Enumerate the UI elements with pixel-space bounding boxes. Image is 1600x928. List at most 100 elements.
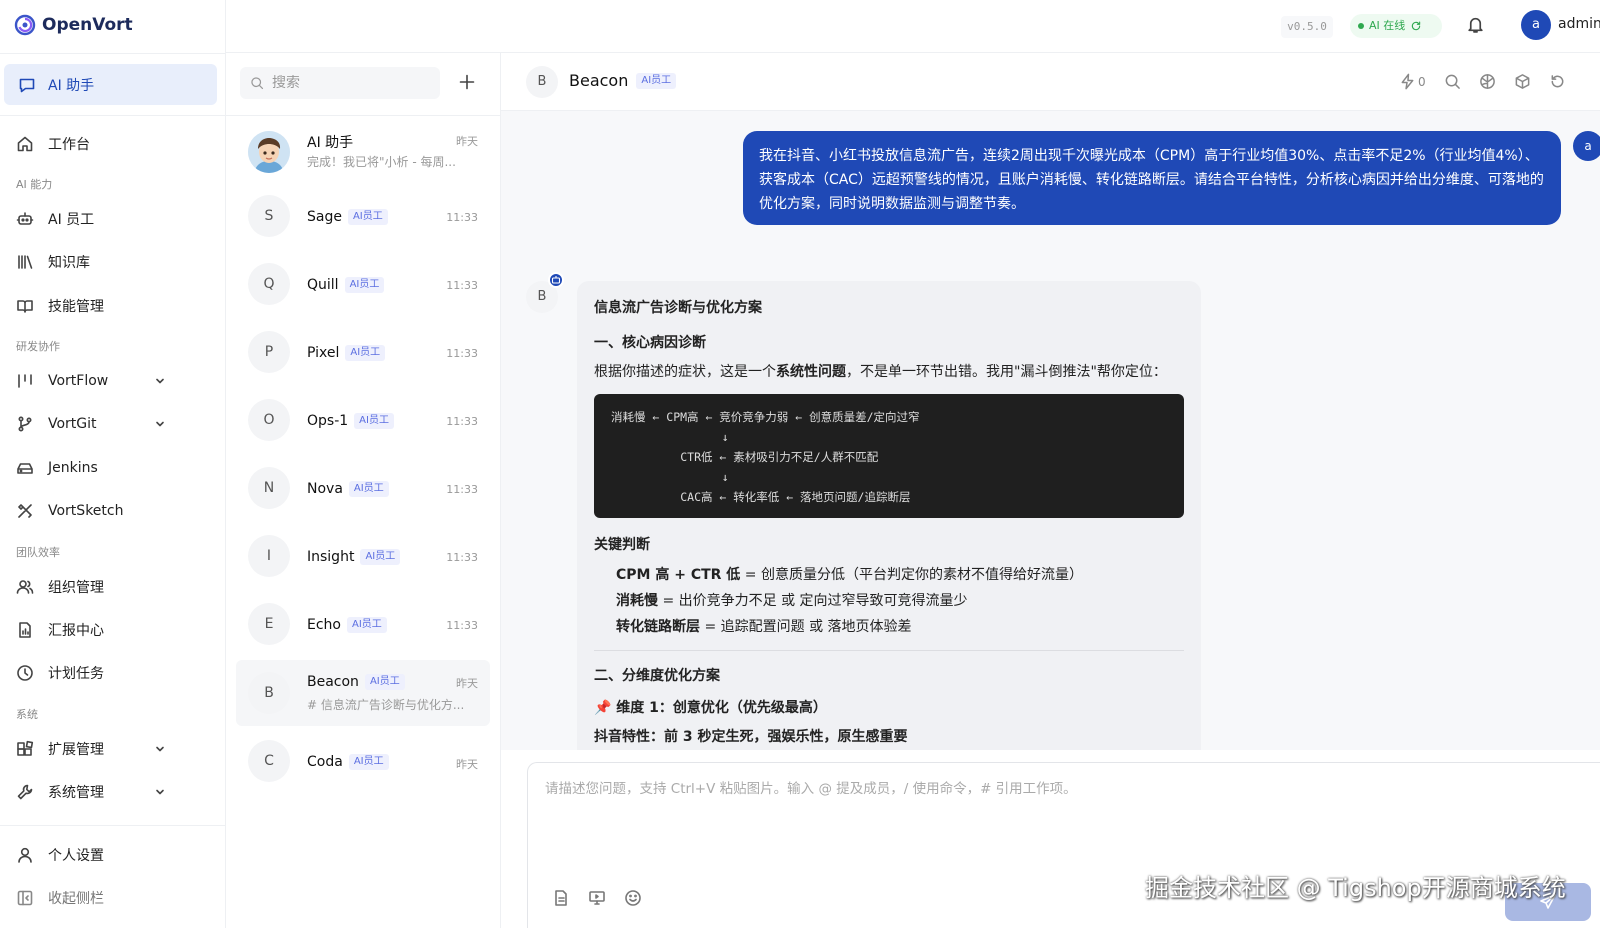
- agent-avatar: B: [248, 672, 290, 714]
- conversation-item-insight[interactable]: I Insight AI员工 11:33: [236, 523, 490, 589]
- nav-scheduled-tasks[interactable]: 计划任务: [16, 659, 166, 687]
- reply-subheading: 📌 维度 1：创意优化（优先级最高）: [594, 700, 827, 716]
- report-icon: [19, 622, 31, 638]
- app-logo[interactable]: OpenVort: [14, 14, 133, 36]
- new-chat-button[interactable]: [458, 73, 476, 91]
- nav-system-admin[interactable]: 系统管理: [16, 778, 166, 806]
- ai-employee-tag: AI员工: [636, 72, 677, 89]
- reply-bold: 转化链路断层: [616, 619, 700, 635]
- chevron-down-icon: [156, 746, 164, 752]
- chevron-down-icon: [156, 378, 164, 384]
- conversation-title: Beacon: [307, 674, 359, 690]
- user-message-avatar: a: [1573, 131, 1600, 161]
- nav-jenkins[interactable]: Jenkins: [16, 454, 166, 482]
- search-icon[interactable]: [1444, 73, 1461, 90]
- refresh-icon: [1412, 21, 1421, 31]
- nav-label: 个人设置: [48, 848, 104, 864]
- watermark: 掘金技术社区 @ Tigshop开源商城系统: [1145, 874, 1566, 902]
- conversation-time: 11:33: [446, 551, 478, 564]
- conversation-item-beacon[interactable]: B Beacon AI员工 昨天 # 信息流广告诊断与优化方...: [236, 660, 490, 726]
- chat-title: Beacon AI员工: [569, 71, 677, 90]
- document-icon[interactable]: [552, 889, 570, 907]
- ai-employee-tag: AI员工: [348, 754, 389, 770]
- nav-personal-settings[interactable]: 个人设置: [16, 841, 166, 869]
- message-input[interactable]: [545, 777, 1575, 867]
- app-name: OpenVort: [42, 15, 133, 35]
- agent-avatar: P: [248, 331, 290, 373]
- nav-skills[interactable]: 技能管理: [16, 292, 166, 320]
- version-badge: v0.5.0: [1281, 16, 1333, 38]
- conversation-item-pixel[interactable]: P Pixel AI员工 11:33: [236, 319, 490, 385]
- conversation-item-sage[interactable]: S Sage AI员工 11:33: [236, 183, 490, 249]
- code-block[interactable]: 消耗慢 ← CPM高 ← 竞价竞争力弱 ← 创意质量差/定向过窄 ↓ CTR低 …: [594, 394, 1184, 518]
- conversation-time: 11:33: [446, 279, 478, 292]
- sidebar-collapse-icon: [17, 890, 33, 906]
- user-name[interactable]: admin: [1558, 16, 1600, 32]
- nav-vortflow[interactable]: VortFlow: [16, 367, 166, 395]
- conversation-item-ops-1[interactable]: O Ops-1 AI员工 11:33: [236, 387, 490, 453]
- nav-section-system: 系统: [16, 708, 38, 721]
- conversation-item-echo[interactable]: E Echo AI员工 11:33: [236, 591, 490, 657]
- reply-text: = 创意质量分低（平台判定你的素材不值得给好流量）: [740, 567, 1083, 583]
- conversation-time: 昨天: [456, 758, 478, 771]
- nav-label: 知识库: [48, 255, 90, 271]
- chat-icon: [19, 78, 35, 92]
- agent-avatar: O: [248, 399, 290, 441]
- brain-icon[interactable]: [1479, 73, 1496, 90]
- search-input[interactable]: [272, 75, 422, 91]
- conversation-item-coda[interactable]: C Coda AI员工 昨天: [236, 728, 490, 794]
- chevron-down-icon: [156, 789, 164, 795]
- ai-employee-tag: AI员工: [360, 549, 401, 565]
- search-box[interactable]: [240, 67, 440, 99]
- nav-extensions[interactable]: 扩展管理: [16, 735, 166, 763]
- wrench-icon: [17, 784, 33, 800]
- nav-label: Jenkins: [48, 460, 98, 476]
- conversation-item-quill[interactable]: Q Quill AI员工 11:33: [236, 251, 490, 317]
- reply-bold: 系统性问题: [776, 364, 846, 380]
- reset-icon[interactable]: [1549, 73, 1566, 90]
- user-message: 我在抖音、小红书投放信息流广告，连续2周出现千次曝光成本（CPM）高于行业均值3…: [743, 131, 1561, 225]
- nav-label: 技能管理: [48, 299, 104, 315]
- robot-icon: [551, 276, 561, 284]
- nav-vortsketch[interactable]: VortSketch: [16, 497, 166, 525]
- user-avatar[interactable]: a: [1521, 10, 1551, 40]
- message-thread: 我在抖音、小红书投放信息流广告，连续2周出现千次曝光成本（CPM）高于行业均值3…: [501, 111, 1600, 750]
- nav-workbench[interactable]: 工作台: [16, 130, 166, 158]
- nav-label: 组织管理: [48, 580, 104, 596]
- ai-status-badge[interactable]: AI 在线: [1350, 14, 1442, 38]
- conversation-item-nova[interactable]: N Nova AI员工 11:33: [236, 455, 490, 521]
- nav-label: 系统管理: [48, 785, 104, 801]
- nav-reports[interactable]: 汇报中心: [16, 616, 166, 644]
- nav-knowledge-base[interactable]: 知识库: [16, 248, 166, 276]
- nav-ai-employee[interactable]: AI 员工: [16, 205, 166, 233]
- nav-label: AI 助手: [48, 77, 95, 94]
- ai-employee-tag: AI员工: [354, 413, 394, 429]
- ai-employee-tag: AI员工: [345, 345, 386, 361]
- collapse-sidebar-button[interactable]: 收起侧栏: [16, 884, 166, 912]
- screen-share-icon[interactable]: [588, 889, 606, 907]
- ai-employee-tag: AI员工: [364, 674, 405, 690]
- nav-label: 计划任务: [48, 666, 104, 682]
- nav-organization[interactable]: 组织管理: [16, 573, 166, 601]
- nav-vortgit[interactable]: VortGit: [16, 410, 166, 438]
- notifications-button[interactable]: [1466, 15, 1485, 34]
- divider: [594, 650, 1184, 651]
- library-icon: [18, 255, 33, 269]
- nav-ai-assistant[interactable]: AI 助手: [4, 64, 217, 105]
- lightning-icon[interactable]: [1399, 73, 1416, 90]
- reply-list-item: CPM 高 + CTR 低 = 创意质量分低（平台判定你的素材不值得给好流量）: [594, 562, 1184, 588]
- package-icon[interactable]: [1514, 73, 1531, 90]
- book-icon: [17, 300, 33, 313]
- reply-bold: 消耗慢: [616, 593, 658, 609]
- ai-assistant-avatar: [248, 131, 290, 173]
- conversation-name: Beacon AI员工: [307, 674, 405, 690]
- cartoon-avatar-icon: [248, 131, 290, 173]
- agent-avatar: I: [248, 535, 290, 577]
- reply-section-heading: 二、分维度优化方案: [594, 668, 720, 684]
- conversation-item-ai-assistant[interactable]: AI 助手 昨天 完成！我已将"小析 - 每周...: [236, 119, 490, 185]
- reply-title: 信息流广告诊断与优化方案: [594, 300, 762, 316]
- reply-text: 根据你描述的症状，这是一个: [594, 364, 776, 380]
- openvort-logo-icon: [14, 14, 36, 36]
- nav-label: 工作台: [48, 137, 90, 153]
- emoji-icon[interactable]: [624, 889, 642, 907]
